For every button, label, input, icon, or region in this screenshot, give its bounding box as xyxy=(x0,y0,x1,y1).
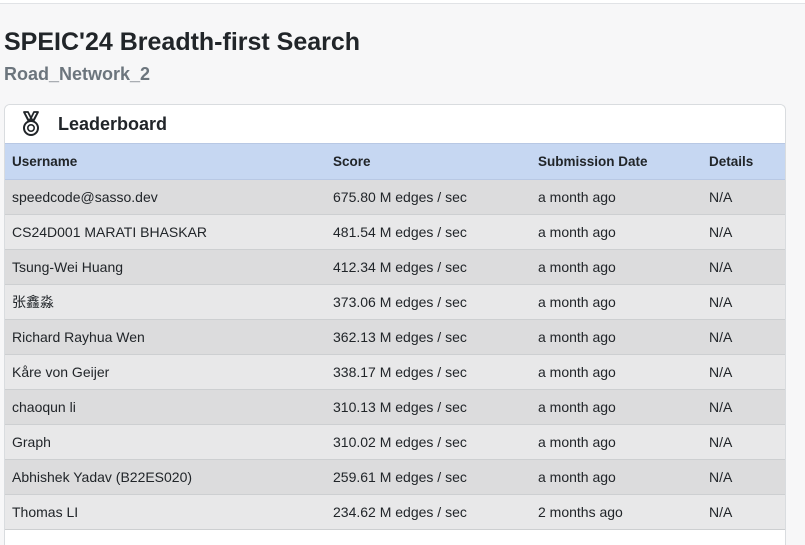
top-bar xyxy=(0,0,805,4)
username-cell: CS24D001 MARATI BHASKAR xyxy=(5,214,326,250)
table-row[interactable]: Graph 310.02 M edges / sec a month ago N… xyxy=(5,424,785,460)
username-cell: Richard Rayhua Wen xyxy=(5,319,326,355)
username-cell: Abhishek Yadav (B22ES020) xyxy=(5,459,326,495)
score-cell: 362.13 M edges / sec xyxy=(326,319,531,355)
score-cell: 338.17 M edges / sec xyxy=(326,354,531,390)
table-row[interactable]: speedcode@sasso.dev 675.80 M edges / sec… xyxy=(5,179,785,215)
submission-date-cell: a month ago xyxy=(531,459,702,495)
username-cell: 张鑫淼 xyxy=(5,284,326,320)
details-cell: N/A xyxy=(702,214,785,250)
table-row[interactable]: Abhishek Yadav (B22ES020) 259.61 M edges… xyxy=(5,459,785,495)
score-cell: 675.80 M edges / sec xyxy=(326,179,531,215)
details-cell: N/A xyxy=(702,249,785,285)
table-row[interactable]: Richard Rayhua Wen 362.13 M edges / sec … xyxy=(5,319,785,355)
column-header-submission-date[interactable]: Submission Date xyxy=(531,143,702,180)
username-cell: Graph xyxy=(5,424,326,460)
submission-date-cell: a month ago xyxy=(531,319,702,355)
details-cell: N/A xyxy=(702,494,785,530)
username-cell: Kåre von Geijer xyxy=(5,354,326,390)
submission-date-cell: a month ago xyxy=(531,389,702,425)
details-cell: N/A xyxy=(702,459,785,495)
submission-date-cell: a month ago xyxy=(531,284,702,320)
table-row[interactable]: Kåre von Geijer 338.17 M edges / sec a m… xyxy=(5,354,785,390)
username-cell: speedcode@sasso.dev xyxy=(5,179,326,215)
score-cell: 259.61 M edges / sec xyxy=(326,459,531,495)
table-row[interactable]: chaoqun li 310.13 M edges / sec a month … xyxy=(5,389,785,425)
score-cell: 310.13 M edges / sec xyxy=(326,389,531,425)
details-cell: N/A xyxy=(702,319,785,355)
submission-date-cell: a month ago xyxy=(531,354,702,390)
table-row[interactable]: CS24D001 MARATI BHASKAR 481.54 M edges /… xyxy=(5,214,785,250)
medal-icon xyxy=(19,111,43,137)
score-cell: 234.62 M edges / sec xyxy=(326,494,531,530)
column-header-details[interactable]: Details xyxy=(702,143,785,180)
leaderboard-title: Leaderboard xyxy=(58,114,168,134)
score-cell: 373.06 M edges / sec xyxy=(326,284,531,320)
leaderboard-table: Username Score Submission Date Details s… xyxy=(5,143,785,530)
username-cell: Thomas LI xyxy=(5,494,326,530)
username-cell: chaoqun li xyxy=(5,389,326,425)
table-row[interactable]: Tsung-Wei Huang 412.34 M edges / sec a m… xyxy=(5,249,785,285)
table-row[interactable]: Thomas LI 234.62 M edges / sec 2 months … xyxy=(5,494,785,530)
details-cell: N/A xyxy=(702,354,785,390)
table-header-row: Username Score Submission Date Details xyxy=(5,143,785,180)
submission-date-cell: 2 months ago xyxy=(531,494,702,530)
details-cell: N/A xyxy=(702,389,785,425)
submission-date-cell: a month ago xyxy=(531,214,702,250)
details-cell: N/A xyxy=(702,179,785,215)
submission-date-cell: a month ago xyxy=(531,424,702,460)
column-header-username[interactable]: Username xyxy=(5,143,326,180)
score-cell: 310.02 M edges / sec xyxy=(326,424,531,460)
score-cell: 481.54 M edges / sec xyxy=(326,214,531,250)
details-cell: N/A xyxy=(702,424,785,460)
score-cell: 412.34 M edges / sec xyxy=(326,249,531,285)
username-cell: Tsung-Wei Huang xyxy=(5,249,326,285)
leaderboard-card: Leaderboard Username Score Submission Da… xyxy=(4,104,786,545)
table-row[interactable]: 张鑫淼 373.06 M edges / sec a month ago N/A xyxy=(5,284,785,320)
submission-date-cell: a month ago xyxy=(531,179,702,215)
leaderboard-header: Leaderboard xyxy=(5,105,785,143)
column-header-score[interactable]: Score xyxy=(326,143,531,180)
page-title: SPEIC'24 Breadth-first Search xyxy=(4,28,361,56)
details-cell: N/A xyxy=(702,284,785,320)
page-subtitle: Road_Network_2 xyxy=(4,64,151,84)
submission-date-cell: a month ago xyxy=(531,249,702,285)
